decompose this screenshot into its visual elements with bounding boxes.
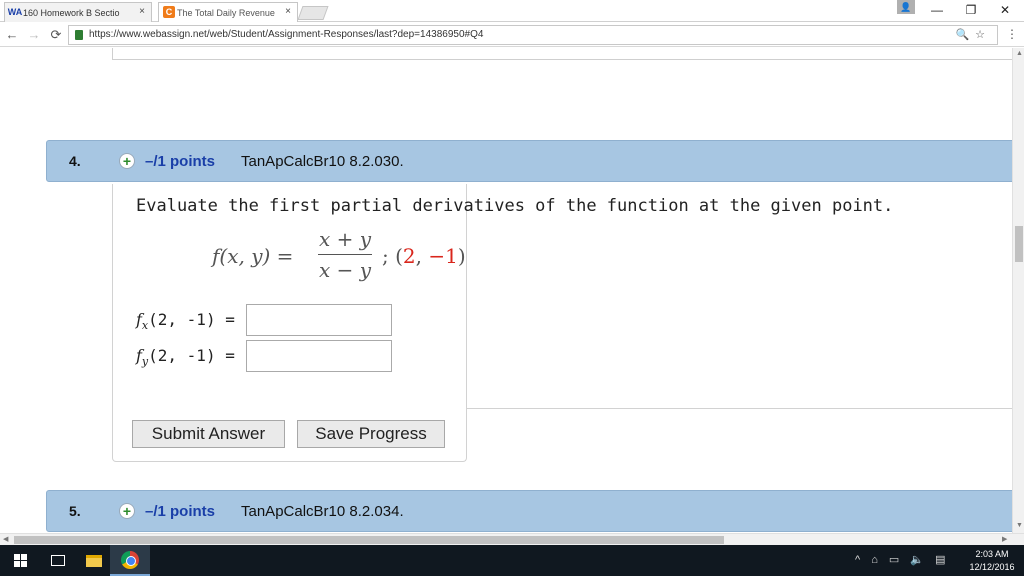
question-id: TanApCalcBr10 8.2.034. bbox=[241, 502, 404, 520]
back-icon[interactable]: ← bbox=[4, 27, 20, 42]
point-comma: , bbox=[415, 244, 429, 268]
answer-label-fy: fy(2, -1) = bbox=[136, 346, 235, 368]
reload-icon[interactable]: ⟳ bbox=[48, 27, 64, 43]
answer-input-fy[interactable] bbox=[246, 340, 392, 372]
page-content: 4. + –/1 points TanApCalcBr10 8.2.030. E… bbox=[0, 48, 1012, 533]
question-header-5: 5. + –/1 points TanApCalcBr10 8.2.034. bbox=[46, 490, 1012, 532]
formula-fraction: x + y x − y bbox=[318, 226, 372, 283]
tab-close-icon[interactable]: × bbox=[139, 6, 145, 17]
menu-icon[interactable]: ⋮ bbox=[1006, 27, 1018, 41]
restore-button[interactable]: ❐ bbox=[956, 0, 986, 20]
question-number: 4. bbox=[69, 153, 81, 169]
expand-plus-icon[interactable]: + bbox=[119, 503, 135, 519]
divider bbox=[466, 408, 1012, 409]
scroll-right-icon[interactable]: ▶ bbox=[1002, 535, 1007, 543]
fn-args: (2, -1) = bbox=[148, 310, 235, 329]
lock-icon bbox=[75, 30, 83, 40]
vertical-scroll-thumb[interactable] bbox=[1015, 226, 1023, 262]
answer-input-fx[interactable] bbox=[246, 304, 392, 336]
previous-question-box bbox=[112, 48, 1012, 60]
forward-icon[interactable]: → bbox=[26, 27, 42, 42]
question-header-4: 4. + –/1 points TanApCalcBr10 8.2.030. bbox=[46, 140, 1012, 182]
file-explorer-button[interactable] bbox=[74, 545, 114, 576]
windows-logo-icon bbox=[13, 554, 27, 567]
fraction-bar bbox=[318, 254, 372, 255]
question-number: 5. bbox=[69, 503, 81, 519]
tab-label: The Total Daily Revenue bbox=[177, 7, 275, 18]
scroll-down-icon[interactable]: ▼ bbox=[1016, 522, 1023, 529]
tab-homework[interactable]: WA 160 Homework B Sectio × bbox=[4, 2, 152, 22]
answer-label-fx: fx(2, -1) = bbox=[136, 310, 235, 332]
fraction-denominator: x − y bbox=[318, 258, 372, 282]
point-y: −1 bbox=[428, 244, 458, 268]
point-x: 2 bbox=[402, 244, 416, 268]
system-tray[interactable]: ^ ⌂ ▭ 🔈 ▤ bbox=[855, 553, 950, 566]
address-bar[interactable]: https://www.webassign.net/web/Student/As… bbox=[68, 25, 998, 45]
horizontal-scroll-thumb[interactable] bbox=[14, 536, 724, 544]
tab-close-icon[interactable]: × bbox=[285, 6, 291, 17]
tab-label: 160 Homework B Sectio bbox=[23, 7, 120, 18]
vertical-scrollbar[interactable]: ▲ ▼ bbox=[1012, 48, 1024, 533]
points-label: –/1 points bbox=[145, 502, 216, 520]
minimize-button[interactable]: — bbox=[922, 0, 952, 20]
question-prompt: Evaluate the first partial derivatives o… bbox=[136, 196, 894, 216]
point-close: ) bbox=[457, 244, 466, 268]
start-button[interactable] bbox=[0, 545, 40, 576]
chrome-icon bbox=[121, 550, 139, 569]
c-favicon-icon: C bbox=[163, 6, 175, 18]
chrome-taskbar-button[interactable] bbox=[110, 545, 150, 576]
fraction-numerator: x + y bbox=[318, 227, 372, 251]
fn-args: (2, -1) = bbox=[148, 346, 235, 365]
points-label: –/1 points bbox=[145, 152, 216, 170]
close-window-button[interactable]: ✕ bbox=[990, 0, 1020, 20]
point-sep: ; ( bbox=[382, 244, 403, 268]
folder-icon bbox=[86, 554, 102, 567]
clock-date: 12/12/2016 bbox=[969, 562, 1015, 572]
tab-revenue[interactable]: C The Total Daily Revenue × bbox=[158, 2, 298, 22]
zoom-bookmark-icons[interactable]: 🔍☆ bbox=[955, 28, 991, 41]
formula-point: ; (2, −1) bbox=[382, 244, 466, 268]
new-tab-button[interactable] bbox=[297, 6, 329, 20]
webassign-favicon-icon: WA bbox=[7, 7, 23, 17]
scroll-up-icon[interactable]: ▲ bbox=[1016, 50, 1023, 57]
url-text[interactable]: https://www.webassign.net/web/Student/As… bbox=[89, 29, 483, 40]
task-view-icon bbox=[51, 555, 65, 566]
horizontal-scrollbar[interactable]: ◀ ▶ bbox=[0, 533, 1024, 545]
taskbar: ^ ⌂ ▭ 🔈 ▤ 2:03 AM 12/12/2016 bbox=[0, 545, 1024, 576]
task-view-button[interactable] bbox=[38, 545, 78, 576]
formula-lhs: f(x, y) = bbox=[212, 244, 294, 268]
scroll-left-icon[interactable]: ◀ bbox=[3, 535, 8, 543]
clock[interactable]: 2:03 AM 12/12/2016 bbox=[966, 548, 1018, 574]
toolbar: ← → ⟳ https://www.webassign.net/web/Stud… bbox=[0, 23, 1024, 47]
save-progress-button[interactable]: Save Progress bbox=[297, 420, 445, 448]
question-id: TanApCalcBr10 8.2.030. bbox=[241, 152, 404, 170]
tab-strip: WA 160 Homework B Sectio × C The Total D… bbox=[0, 0, 1024, 22]
clock-time: 2:03 AM bbox=[975, 549, 1009, 559]
expand-plus-icon[interactable]: + bbox=[119, 153, 135, 169]
submit-answer-button[interactable]: Submit Answer bbox=[132, 420, 285, 448]
user-profile-icon[interactable]: 👤 bbox=[897, 0, 915, 14]
